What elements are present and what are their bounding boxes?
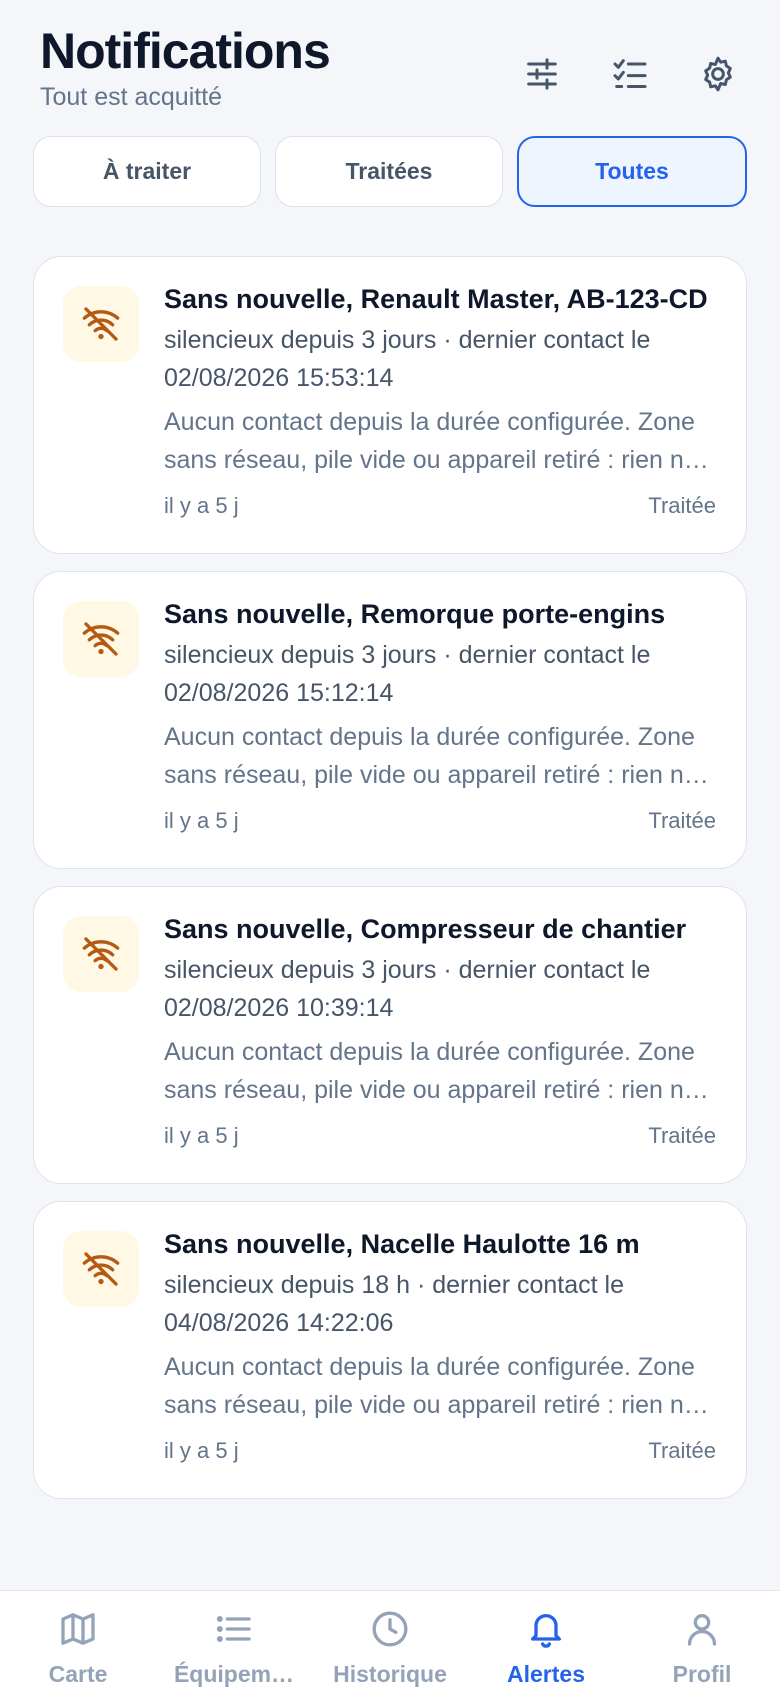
nav-label: Profil: [672, 1661, 732, 1687]
bell-icon: [531, 1614, 561, 1648]
notification-title: Sans nouvelle, Renault Master, AB-123-CD: [164, 284, 708, 314]
notification-title: Sans nouvelle, Nacelle Haulotte 16 m: [164, 1229, 640, 1259]
notification-footer: il y a 5 j Traitée: [164, 1438, 716, 1464]
clock-icon: [372, 1611, 408, 1647]
notification-body: Aucun contact depuis la durée configurée…: [164, 1353, 698, 1419]
nav-label: Équipem…: [173, 1661, 295, 1687]
notification-subtitle: silencieux depuis 3 jours · dernier cont…: [164, 641, 651, 707]
notification-status: Traitée: [648, 493, 716, 518]
list-icon: [216, 1615, 251, 1643]
wifi-off-icon: [63, 916, 139, 992]
nav-label: Carte: [48, 1661, 108, 1687]
notification-footer: il y a 5 j Traitée: [164, 1123, 716, 1149]
wifi-off-icon: [63, 1231, 139, 1307]
notification-list: Sans nouvelle, Renault Master, AB-123-CD…: [33, 256, 747, 1516]
notification-time: il y a 5 j: [164, 493, 239, 518]
nav-item-equipements[interactable]: Équipem…: [156, 1591, 312, 1688]
notification-card[interactable]: Sans nouvelle, Compresseur de chantier s…: [33, 886, 747, 1184]
notification-body: Aucun contact depuis la durée configurée…: [164, 1038, 698, 1104]
tab-traitees[interactable]: Traitées: [275, 136, 503, 207]
notification-footer: il y a 5 j Traitée: [164, 808, 716, 834]
notification-card[interactable]: Sans nouvelle, Renault Master, AB-123-CD…: [33, 256, 747, 554]
notification-time: il y a 5 j: [164, 1123, 239, 1148]
notification-title: Sans nouvelle, Compresseur de chantier: [164, 914, 687, 944]
nav-item-carte[interactable]: Carte: [0, 1591, 156, 1688]
nav-item-profil[interactable]: Profil: [624, 1591, 780, 1688]
notification-body: Aucun contact depuis la durée configurée…: [164, 408, 698, 474]
gear-icon[interactable]: [696, 52, 740, 96]
notification-time: il y a 5 j: [164, 808, 239, 833]
nav-item-historique[interactable]: Historique: [312, 1591, 468, 1688]
map-icon: [61, 1613, 95, 1645]
wifi-off-icon: [63, 286, 139, 362]
bottom-nav: Carte Équipem… Historique Alertes Profil: [0, 1590, 780, 1688]
notification-card[interactable]: Sans nouvelle, Remorque porte-engins sil…: [33, 571, 747, 869]
notification-body: Aucun contact depuis la durée configurée…: [164, 723, 698, 789]
filter-tabs: À traiter Traitées Toutes: [33, 136, 747, 207]
header-actions: [520, 52, 740, 96]
notification-title: Sans nouvelle, Remorque porte-engins: [164, 599, 666, 629]
tab-a-traiter[interactable]: À traiter: [33, 136, 261, 207]
nav-item-alertes[interactable]: Alertes: [468, 1591, 624, 1688]
nav-label: Alertes: [507, 1661, 585, 1687]
notification-footer: il y a 5 j Traitée: [164, 493, 716, 519]
notification-status: Traitée: [648, 1123, 716, 1148]
tab-toutes[interactable]: Toutes: [517, 136, 747, 207]
notification-time: il y a 5 j: [164, 1438, 239, 1463]
checklist-icon[interactable]: [608, 52, 652, 96]
wifi-off-icon: [63, 601, 139, 677]
user-icon: [687, 1614, 717, 1646]
page-header: Notifications Tout est acquitté: [40, 22, 740, 118]
notification-card[interactable]: Sans nouvelle, Nacelle Haulotte 16 m sil…: [33, 1201, 747, 1499]
notification-status: Traitée: [648, 808, 716, 833]
sliders-icon[interactable]: [520, 52, 564, 96]
notification-status: Traitée: [648, 1438, 716, 1463]
nav-label: Historique: [333, 1661, 447, 1687]
notification-subtitle: silencieux depuis 3 jours · dernier cont…: [164, 956, 651, 1022]
notification-subtitle: silencieux depuis 18 h · dernier contact…: [164, 1271, 624, 1337]
notification-subtitle: silencieux depuis 3 jours · dernier cont…: [164, 326, 651, 392]
